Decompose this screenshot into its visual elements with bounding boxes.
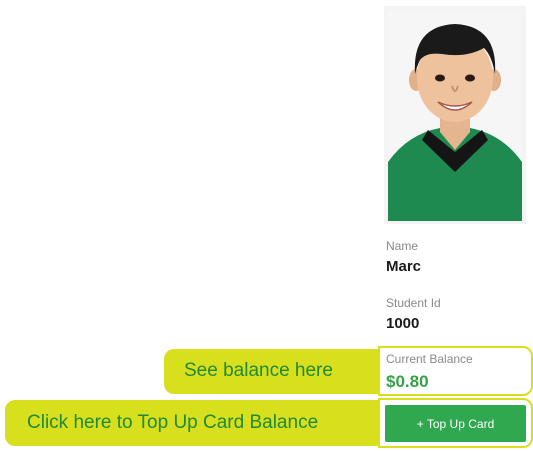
student-id-value: 1000	[386, 315, 420, 332]
student-portrait-image	[388, 12, 522, 221]
topup-callout-text: Click here to Top Up Card Balance	[27, 412, 319, 433]
current-balance-value: $0.80	[386, 372, 429, 391]
topup-callout: Click here to Top Up Card Balance	[5, 400, 379, 446]
name-label: Name	[386, 239, 419, 253]
name-value: Marc	[386, 258, 422, 275]
balance-callout-text: See balance here	[184, 360, 333, 381]
current-balance-label: Current Balance	[386, 352, 473, 366]
balance-callout: See balance here	[164, 349, 379, 394]
top-up-card-button[interactable]: + Top Up Card	[385, 405, 526, 442]
student-id-label: Student Id	[386, 296, 441, 310]
student-photo	[384, 6, 526, 224]
